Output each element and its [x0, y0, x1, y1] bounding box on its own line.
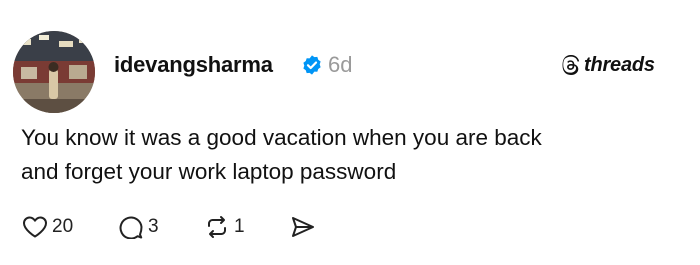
post-text-line: and forget your work laptop password: [21, 159, 397, 184]
avatar[interactable]: [13, 31, 95, 113]
threads-wordmark: threads: [584, 53, 655, 76]
repost-count: 1: [234, 216, 245, 237]
heart-icon: [23, 216, 47, 238]
avatar-photo: [13, 31, 95, 113]
threads-post: idevangsharma 6d threads You know it was…: [0, 0, 700, 265]
like-button[interactable]: 20: [22, 215, 118, 239]
post-text: You know it was a good vacation when you…: [21, 121, 671, 189]
post-text-line: You know it was a good vacation when you…: [21, 125, 542, 150]
post-age: 6d: [328, 52, 353, 77]
repost-icon: [208, 216, 226, 238]
action-bar: 20 3 1: [22, 214, 316, 240]
username[interactable]: idevangsharma: [114, 52, 273, 78]
verified-badge-icon: [303, 55, 321, 75]
like-count: 20: [52, 216, 74, 237]
send-icon: [292, 217, 314, 237]
comment-bubble-icon: [119, 216, 143, 239]
reply-button[interactable]: 3: [118, 215, 204, 239]
threads-logo-icon: [562, 55, 580, 75]
threads-brand: threads: [560, 52, 680, 78]
repost-button[interactable]: 1: [204, 215, 290, 239]
share-button[interactable]: [290, 215, 316, 239]
reply-count: 3: [148, 216, 159, 237]
